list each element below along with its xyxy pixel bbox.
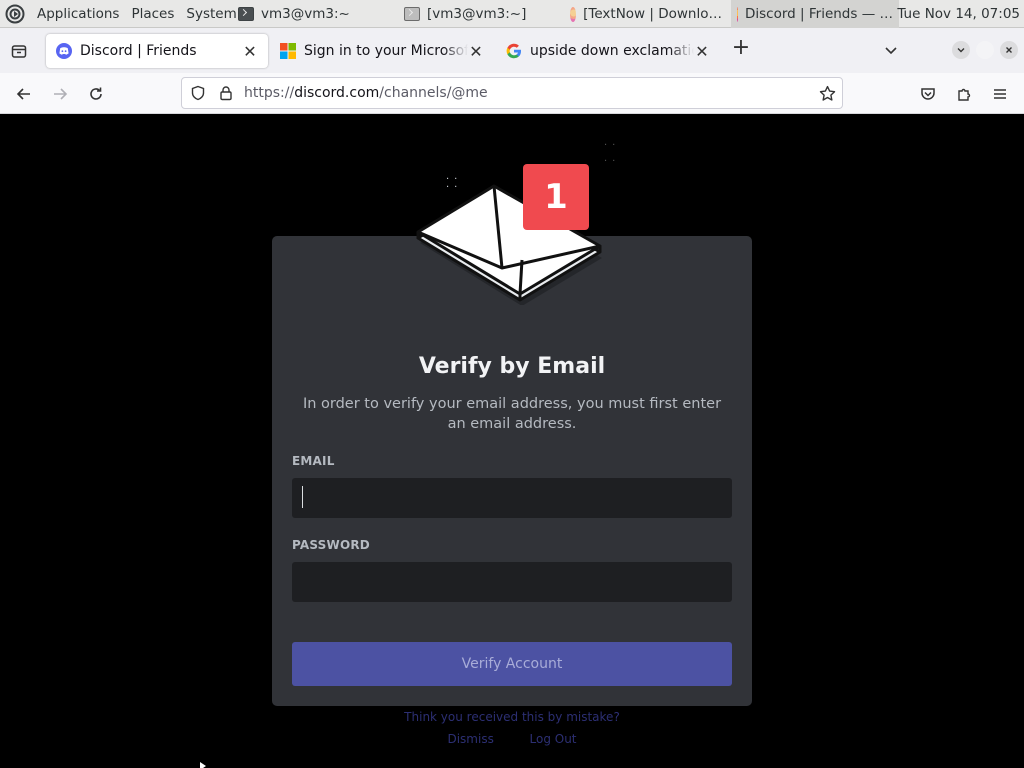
password-field[interactable] [292, 562, 732, 602]
tab-title: upside down exclamation point [530, 43, 694, 59]
modal-description: In order to verify your email address, y… [302, 396, 722, 432]
pocket-button[interactable] [916, 82, 940, 106]
new-tab-button[interactable]: + [730, 37, 752, 60]
dismiss-link[interactable]: Dismiss [447, 732, 493, 746]
verify-email-modal: Verify by Email In order to verify your … [272, 236, 752, 706]
list-all-tabs-icon[interactable] [883, 42, 899, 58]
close-tab-icon[interactable]: ✕ [694, 42, 710, 61]
navigation-bar: https://discord.com/channels/@me [0, 73, 1024, 114]
minimize-button[interactable] [952, 41, 970, 59]
discord-page: Think you received this by mistake? Dism… [0, 114, 1024, 768]
places-menu[interactable]: Places [125, 6, 180, 22]
distro-logo-icon[interactable] [5, 4, 25, 24]
url-text: https://discord.com/channels/@me [244, 85, 488, 101]
discord-icon [56, 43, 72, 59]
reload-icon [90, 87, 102, 100]
email-label: EMAIL [292, 454, 335, 468]
microsoft-icon [280, 43, 296, 59]
hamburger-menu-icon [994, 89, 1006, 99]
tab-title: Discord | Friends [80, 43, 197, 59]
close-tab-icon[interactable]: ✕ [468, 42, 484, 61]
email-field[interactable] [292, 478, 732, 518]
tab-microsoft[interactable]: Sign in to your Microsoft account ✕ [270, 34, 494, 68]
tab-discord[interactable]: Discord | Friends ✕ [46, 34, 268, 68]
clock[interactable]: Tue Nov 14, 07:05 [897, 0, 1020, 28]
lock-icon[interactable] [218, 85, 234, 101]
url-bar[interactable]: https://discord.com/channels/@me [181, 77, 843, 109]
taskbar-item-label: vm3@vm3:~ [261, 6, 350, 22]
firefox-view-icon [11, 45, 27, 58]
password-label: PASSWORD [292, 538, 370, 552]
back-button[interactable] [12, 82, 36, 106]
reload-button[interactable] [84, 82, 108, 106]
back-arrow-icon [16, 88, 30, 100]
firefox-view-button[interactable] [8, 40, 30, 62]
tab-bar: Discord | Friends ✕ Sign in to your Micr… [0, 28, 1024, 73]
text-caret [302, 486, 303, 508]
modal-title: Verify by Email [418, 354, 606, 379]
taskbar-item-terminal-1[interactable]: vm3@vm3:~ [232, 0, 392, 28]
close-icon [1006, 47, 1012, 53]
taskbar-item-discord[interactable]: Discord | Friends — … [731, 0, 899, 28]
terminal-icon [404, 7, 420, 21]
extensions-button[interactable] [952, 82, 976, 106]
taskbar-item-terminal-2[interactable]: [vm3@vm3:~] [398, 0, 558, 28]
maximize-button[interactable] [976, 41, 994, 59]
forward-button[interactable] [48, 82, 72, 106]
firefox-icon [737, 6, 738, 22]
top-panel: Applications Places System vm3@vm3:~ [vm… [0, 0, 1024, 28]
bookmark-star-icon[interactable] [819, 85, 836, 102]
notification-badge: 1 [523, 164, 589, 230]
taskbar-item-label: [TextNow | Downlo… [583, 6, 722, 22]
behind-links: Dismiss Log Out [0, 732, 1024, 746]
mouse-cursor-icon [200, 762, 206, 768]
close-window-button[interactable] [1000, 41, 1018, 59]
taskbar-item-label: Discord | Friends — … [744, 6, 893, 22]
google-icon [506, 43, 521, 59]
tab-google[interactable]: upside down exclamation point ✕ [496, 34, 720, 68]
sparkle-dots: ·· ·· [446, 174, 463, 193]
terminal-icon [238, 7, 254, 21]
tab-title: Sign in to your Microsoft account [304, 43, 468, 59]
shield-icon[interactable] [190, 85, 206, 101]
taskbar-item-textnow[interactable]: [TextNow | Downlo… [564, 0, 728, 28]
chevron-down-icon [957, 48, 965, 53]
mistake-text: Think you received this by mistake? [404, 710, 620, 724]
puzzle-icon [958, 88, 971, 101]
forward-arrow-icon [54, 88, 68, 100]
taskbar-item-label: [vm3@vm3:~] [427, 6, 527, 22]
close-tab-icon[interactable]: ✕ [242, 42, 258, 61]
applications-menu[interactable]: Applications [31, 6, 125, 22]
pocket-icon [921, 88, 935, 100]
app-menu-button[interactable] [988, 82, 1012, 106]
firefox-icon [570, 6, 577, 22]
sparkle-dots: ·· ·· [604, 140, 621, 167]
log-out-link[interactable]: Log Out [530, 732, 577, 746]
verify-account-button[interactable]: Verify Account [292, 642, 732, 686]
